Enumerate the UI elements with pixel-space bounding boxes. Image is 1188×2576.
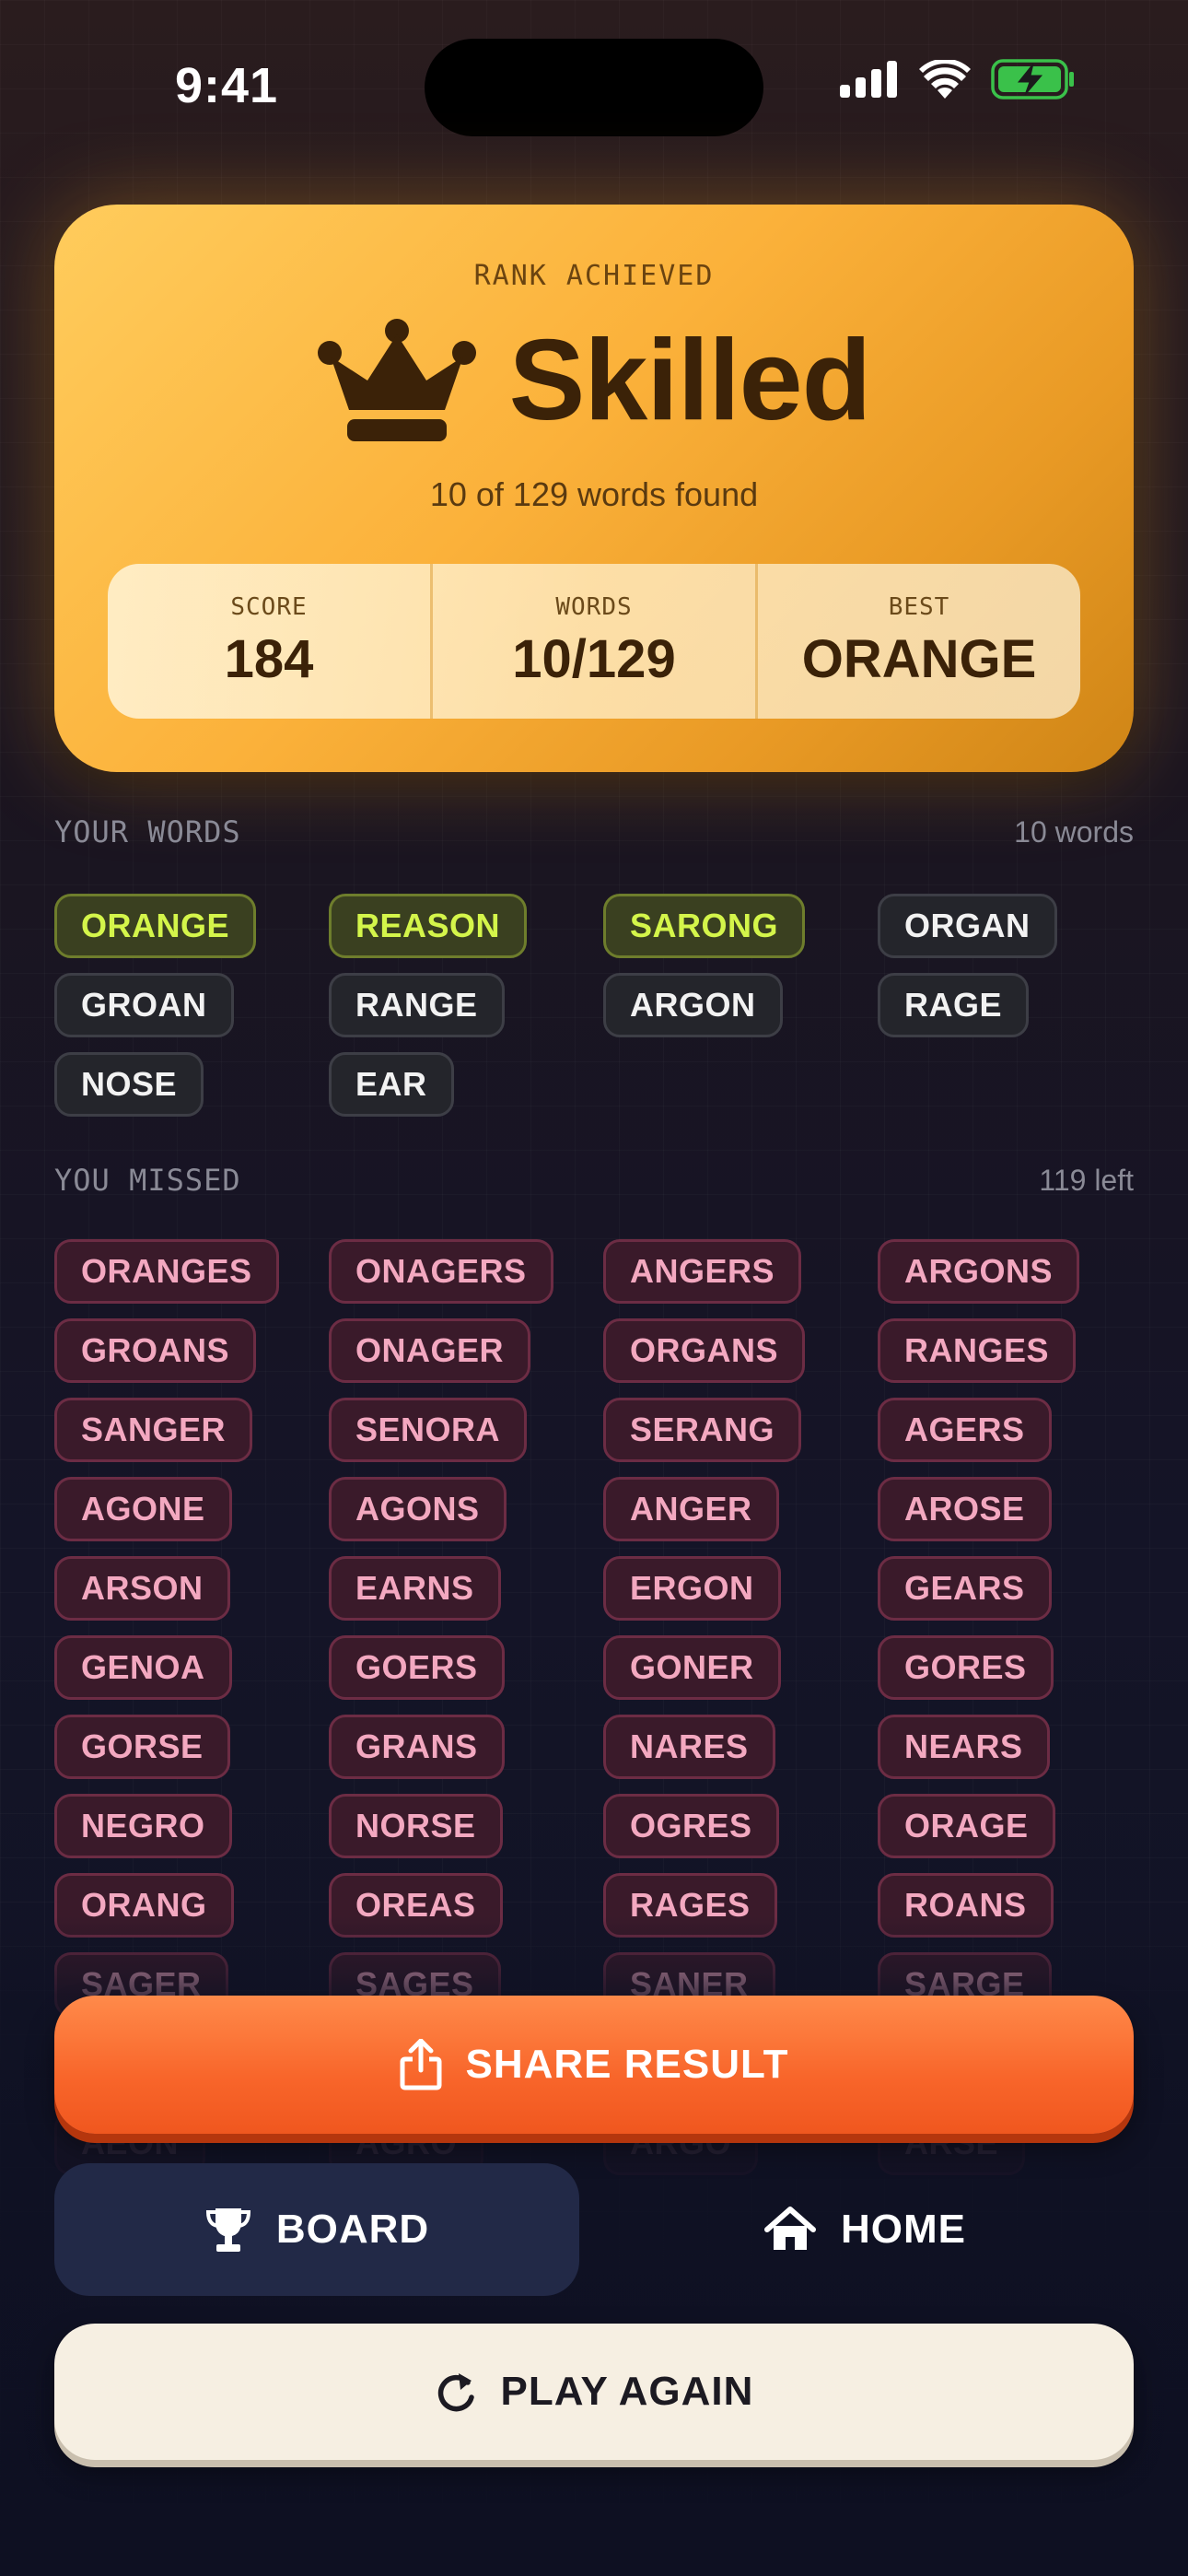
found-word-chip[interactable]: SARONG (603, 894, 806, 958)
found-word-chip[interactable]: ORGAN (878, 894, 1057, 958)
missed-word-chip[interactable]: ANGER (603, 1477, 779, 1541)
trophy-icon (205, 2208, 250, 2252)
missed-title: YOU MISSED (54, 1163, 241, 1198)
found-word-chip[interactable]: ORANGE (54, 894, 257, 958)
play-again-button[interactable]: PLAY AGAIN (54, 2324, 1134, 2460)
missed-word-chip[interactable]: SENORA (329, 1398, 528, 1462)
board-label: BOARD (275, 2207, 430, 2252)
missed-word-chip[interactable]: AGONS (329, 1477, 507, 1541)
missed-word-chip[interactable]: GONER (603, 1635, 781, 1700)
missed-word-chip[interactable]: GEARS (878, 1556, 1052, 1621)
missed-word-chip[interactable]: ORGANS (603, 1318, 806, 1383)
home-icon (764, 2207, 816, 2250)
found-word-chip[interactable]: REASON (329, 894, 528, 958)
rank-title: Skilled (508, 317, 872, 444)
stat-score: SCORE 184 (108, 564, 433, 719)
stat-score-label: SCORE (230, 592, 308, 621)
found-word-chip[interactable]: NOSE (54, 1052, 204, 1117)
missed-word-chip[interactable]: EARNS (329, 1556, 501, 1621)
stat-best-label: BEST (888, 592, 950, 621)
your-words-header: YOUR WORDS 10 words (54, 814, 1134, 849)
missed-word-chip[interactable]: ORANGES (54, 1239, 279, 1304)
your-words-list: ORANGE REASON SARONG ORGAN GROAN RANGE ARGON RA… (54, 894, 1159, 1117)
home-button[interactable]: HOME (763, 2163, 1040, 2296)
missed-word-chip[interactable]: GRANS (329, 1715, 505, 1779)
board-button[interactable]: BOARD (54, 2163, 579, 2296)
rank-label: RANK ACHIEVED (473, 260, 715, 292)
stats-panel: SCORE 184 WORDS 10/129 BEST ORANGE (108, 564, 1080, 719)
missed-word-chip[interactable]: ERGON (603, 1556, 781, 1621)
share-result-label: SHARE RESULT (465, 2042, 789, 2087)
missed-word-chip[interactable]: NORSE (329, 1794, 503, 1858)
missed-word-chip[interactable]: AGONE (54, 1477, 232, 1541)
missed-count: 119 left (1039, 1163, 1134, 1197)
dynamic-island (425, 39, 763, 136)
share-icon (400, 2039, 441, 2090)
found-word-chip[interactable]: ARGON (603, 973, 783, 1037)
missed-word-chip[interactable]: NEGRO (54, 1794, 232, 1858)
replay-icon (437, 2373, 474, 2412)
stat-words-label: WORDS (555, 592, 633, 621)
missed-word-chip[interactable]: SERANG (603, 1398, 802, 1462)
crown-icon (317, 319, 476, 441)
missed-word-chip[interactable]: NEARS (878, 1715, 1050, 1779)
missed-word-chip[interactable]: AROSE (878, 1477, 1052, 1541)
rank-subtitle: 10 of 129 words found (429, 475, 759, 513)
missed-word-chip[interactable]: AGERS (878, 1398, 1052, 1462)
missed-word-chip[interactable]: ANGERS (603, 1239, 802, 1304)
missed-word-chip[interactable]: ONAGERS (329, 1239, 553, 1304)
missed-word-chip[interactable]: ARSON (54, 1556, 230, 1621)
missed-word-chip[interactable]: GORES (878, 1635, 1054, 1700)
battery-charging-icon (991, 59, 1074, 100)
missed-word-chip[interactable]: GOERS (329, 1635, 505, 1700)
found-word-chip[interactable]: RAGE (878, 973, 1030, 1037)
missed-word-chip[interactable]: ONAGER (329, 1318, 531, 1383)
rank-title-row: Skilled (54, 315, 1134, 446)
missed-word-chip[interactable]: OGRES (603, 1794, 779, 1858)
missed-word-chip[interactable]: ARGONS (878, 1239, 1080, 1304)
missed-word-chip[interactable]: NARES (603, 1715, 775, 1779)
missed-word-chip[interactable]: GROANS (54, 1318, 257, 1383)
your-words-title: YOUR WORDS (54, 814, 241, 849)
stat-best: BEST ORANGE (758, 564, 1080, 719)
signal-icon (840, 61, 897, 98)
rank-card: RANK ACHIEVED Skilled 10 of 129 words fo… (54, 205, 1134, 772)
stat-words: WORDS 10/129 (433, 564, 758, 719)
missed-word-chip[interactable]: SANGER (54, 1398, 253, 1462)
home-label: HOME (841, 2207, 966, 2252)
status-icons (840, 59, 1076, 100)
your-words-count: 10 words (1014, 814, 1134, 849)
found-word-chip[interactable]: GROAN (54, 973, 234, 1037)
missed-word-chip[interactable]: RANGES (878, 1318, 1077, 1383)
found-word-chip[interactable]: EAR (329, 1052, 454, 1117)
found-word-chip[interactable]: RANGE (329, 973, 505, 1037)
share-result-button[interactable]: SHARE RESULT (54, 1996, 1134, 2134)
stat-words-value: 10/129 (512, 628, 676, 689)
missed-word-chip[interactable]: ORAGE (878, 1794, 1055, 1858)
stat-score-value: 184 (224, 628, 314, 689)
missed-word-chip[interactable]: GENOA (54, 1635, 232, 1700)
wifi-icon (919, 60, 971, 99)
stat-best-value: ORANGE (801, 628, 1037, 689)
status-time: 9:41 (175, 58, 279, 113)
missed-header: YOU MISSED 119 left (54, 1163, 1134, 1198)
play-again-label: PLAY AGAIN (500, 2369, 754, 2414)
missed-word-chip[interactable]: GORSE (54, 1715, 230, 1779)
